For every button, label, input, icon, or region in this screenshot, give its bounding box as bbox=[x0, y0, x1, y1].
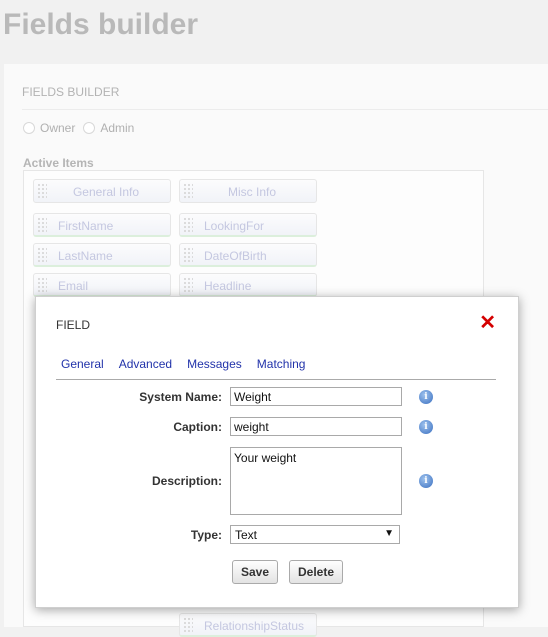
description-label: Description: bbox=[151, 474, 222, 488]
field-item-dateofbirth[interactable]: DateOfBirth bbox=[179, 243, 317, 267]
type-select[interactable]: Text ▼ bbox=[230, 525, 400, 544]
drag-handle-icon[interactable] bbox=[183, 217, 193, 233]
caption-label: Caption: bbox=[173, 420, 222, 434]
info-icon[interactable]: i bbox=[419, 474, 433, 488]
admin-radio[interactable] bbox=[83, 122, 96, 134]
page-title: Fields builder bbox=[3, 8, 199, 41]
tab-messages[interactable]: Messages bbox=[182, 357, 242, 379]
caption-input[interactable] bbox=[230, 417, 402, 436]
drag-handle-icon[interactable] bbox=[183, 617, 193, 633]
modal-tabs: General Advanced Messages Matching bbox=[56, 357, 496, 380]
chevron-down-icon: ▼ bbox=[384, 528, 394, 539]
drag-handle-icon[interactable] bbox=[37, 277, 47, 293]
panel-header: FIELDS BUILDER bbox=[22, 85, 120, 99]
info-icon[interactable]: i bbox=[419, 390, 433, 404]
active-items-label: Active Items bbox=[23, 156, 94, 170]
tab-advanced[interactable]: Advanced bbox=[114, 357, 172, 379]
field-item-email[interactable]: Email bbox=[33, 273, 171, 297]
section-item-misc-info[interactable]: Misc Info bbox=[179, 179, 317, 203]
type-label: Type: bbox=[190, 528, 222, 542]
close-icon[interactable]: ✕ bbox=[479, 313, 496, 333]
owner-radio[interactable] bbox=[23, 122, 35, 134]
field-item-firstname[interactable]: FirstName bbox=[33, 213, 171, 237]
section-item-general-info[interactable]: General Info bbox=[33, 179, 171, 203]
system-name-label: System Name: bbox=[139, 390, 222, 404]
field-modal: FIELD ✕ General Advanced Messages Matchi… bbox=[35, 296, 519, 608]
save-button[interactable]: Save bbox=[232, 560, 279, 584]
drag-handle-icon[interactable] bbox=[37, 247, 47, 263]
drag-handle-icon[interactable] bbox=[37, 217, 47, 233]
drag-handle-icon[interactable] bbox=[183, 277, 193, 293]
admin-radio-label[interactable]: Admin bbox=[100, 121, 134, 135]
owner-radio-label[interactable]: Owner bbox=[40, 121, 75, 135]
tab-matching[interactable]: Matching bbox=[252, 357, 306, 379]
field-item-relationshipstatus[interactable]: RelationshipStatus bbox=[179, 613, 317, 637]
field-item-lookingfor[interactable]: LookingFor bbox=[179, 213, 317, 237]
description-textarea[interactable]: Your weight bbox=[230, 447, 402, 515]
role-radio-group: Owner Admin bbox=[23, 121, 142, 135]
modal-title: FIELD bbox=[56, 318, 91, 332]
divider bbox=[22, 109, 548, 110]
field-item-headline[interactable]: Headline bbox=[179, 273, 317, 297]
drag-handle-icon[interactable] bbox=[183, 247, 193, 263]
tab-general[interactable]: General bbox=[56, 357, 104, 379]
system-name-input[interactable] bbox=[230, 387, 402, 406]
type-select-value: Text bbox=[235, 528, 258, 542]
info-icon[interactable]: i bbox=[419, 420, 433, 434]
delete-button[interactable]: Delete bbox=[289, 560, 344, 584]
field-item-lastname[interactable]: LastName bbox=[33, 243, 171, 267]
